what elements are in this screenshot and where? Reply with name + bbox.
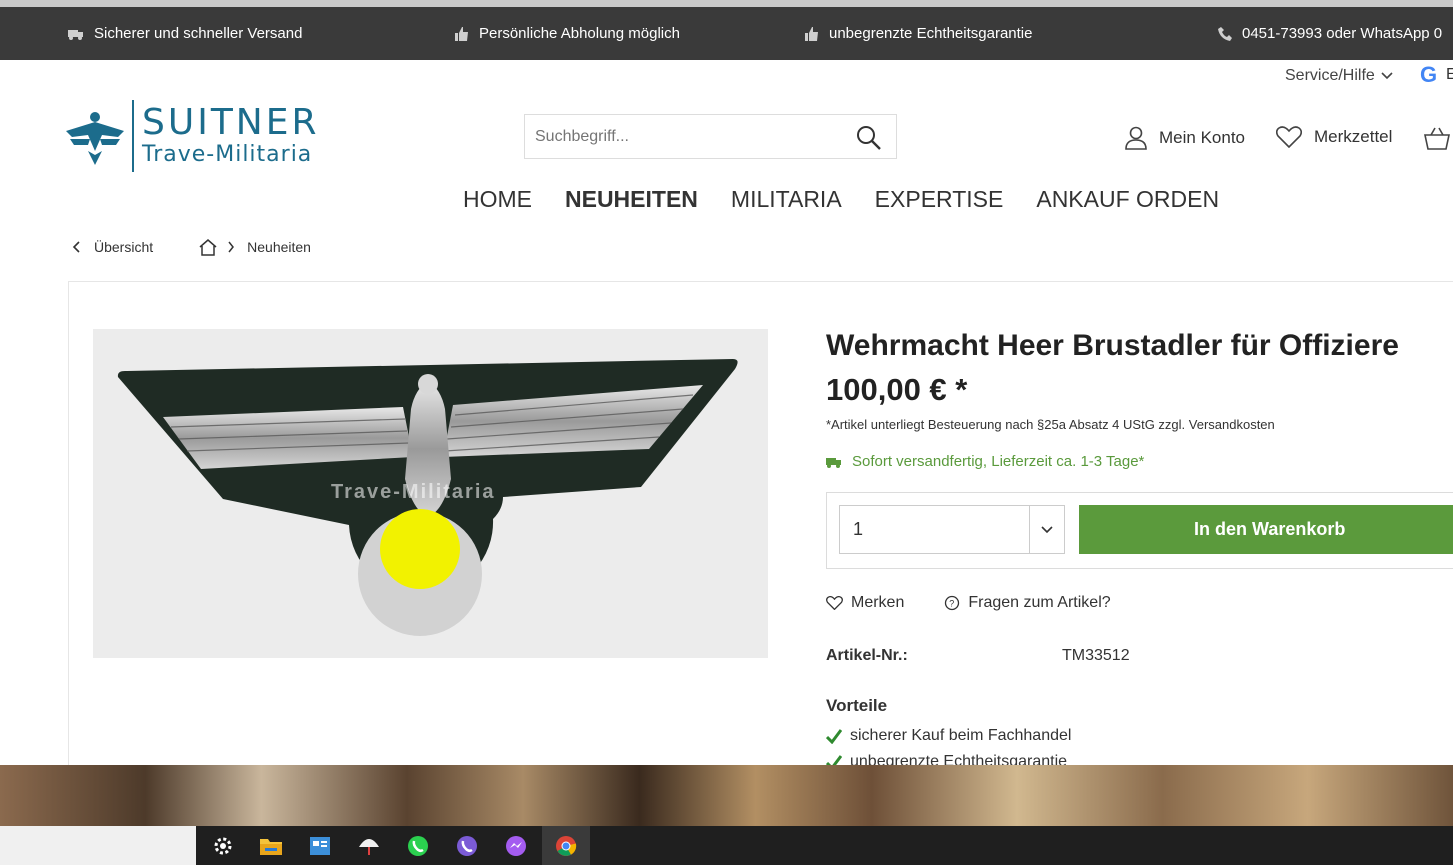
topbar-item-label: unbegrenzte Echtheitsgarantie — [829, 25, 1033, 42]
file-explorer-icon[interactable] — [247, 826, 295, 865]
desktop-wallpaper — [0, 765, 1453, 826]
app-window-icon[interactable] — [296, 826, 344, 865]
svg-text:?: ? — [950, 599, 955, 609]
browser-chrome-edge — [0, 0, 1453, 7]
topbar-item-guarantee: unbegrenzte Echtheitsgarantie — [805, 7, 1032, 60]
logo-subtitle: Trave-Militaria — [142, 142, 313, 167]
product-title: Wehrmacht Heer Brustadler für Offiziere — [826, 329, 1399, 362]
google-translate-label[interactable]: E — [1446, 66, 1453, 84]
delivery-label: Sofort versandfertig, Lieferzeit ca. 1-3… — [852, 453, 1145, 470]
image-watermark: Trave-Militaria — [331, 481, 496, 503]
quantity-dropdown-toggle[interactable] — [1029, 506, 1064, 553]
nav-item-neuheiten[interactable]: NEUHEITEN — [565, 186, 698, 213]
basket-icon — [1424, 127, 1450, 150]
service-help-dropdown[interactable]: Service/Hilfe — [1285, 67, 1393, 85]
home-icon[interactable] — [199, 238, 217, 256]
service-help-label: Service/Hilfe — [1285, 67, 1375, 84]
thumbs-up-icon — [805, 26, 818, 41]
article-number-label: Artikel-Nr.: — [826, 647, 908, 664]
phone-icon — [1218, 26, 1232, 41]
wishlist-link[interactable]: Merkzettel — [1276, 126, 1392, 148]
logo-text: SUITNER Trave-Militaria — [142, 104, 320, 168]
account-label: Mein Konto — [1159, 128, 1245, 147]
search-input[interactable] — [525, 115, 845, 158]
search-box — [524, 114, 897, 159]
chevron-right-icon — [228, 241, 235, 253]
settings-icon[interactable] — [199, 826, 247, 865]
wishlist-label: Merkzettel — [1314, 127, 1393, 146]
topbar-item-label: Sicherer und schneller Versand — [94, 25, 303, 42]
add-to-cart-button[interactable]: In den Warenkorb — [1079, 505, 1453, 554]
site-logo[interactable]: SUITNER Trave-Militaria — [66, 100, 320, 172]
advantage-label: sicherer Kauf beim Fachhandel — [850, 727, 1072, 744]
truck-icon — [68, 29, 83, 40]
advantages-title: Vorteile — [826, 696, 888, 715]
nav-item-home[interactable]: HOME — [463, 186, 532, 213]
delivery-status: Sofort versandfertig, Lieferzeit ca. 1-3… — [826, 453, 1144, 470]
topbar-item-phone[interactable]: 0451-73993 oder WhatsApp 0 — [1218, 7, 1442, 60]
top-info-bar: Sicherer und schneller Versand Persönlic… — [0, 7, 1453, 60]
product-actions: Merken ? Fragen zum Artikel? — [826, 594, 1111, 612]
main-navigation: HOME NEUHEITEN MILITARIA EXPERTISE ANKAU… — [463, 186, 1219, 213]
question-circle-icon: ? — [945, 595, 960, 611]
user-icon — [1125, 126, 1147, 150]
back-to-overview-link[interactable]: Übersicht — [94, 239, 153, 255]
cart-button[interactable] — [1424, 126, 1450, 155]
truck-icon — [826, 457, 841, 468]
chevron-down-icon — [1041, 525, 1053, 533]
viber-icon[interactable] — [443, 826, 491, 865]
remember-link[interactable]: Merken — [851, 594, 904, 612]
taskbar — [0, 826, 1453, 865]
whatsapp-icon[interactable] — [394, 826, 442, 865]
add-to-cart-label: In den Warenkorb — [1194, 519, 1346, 539]
product-image[interactable]: Trave-Militaria — [93, 329, 768, 658]
product-price: 100,00 € * — [826, 372, 968, 407]
logo-divider — [132, 100, 134, 172]
messenger-icon[interactable] — [492, 826, 540, 865]
chevron-down-icon — [1381, 72, 1393, 80]
tax-note: *Artikel unterliegt Besteuerung nach §25… — [826, 417, 1275, 432]
search-icon[interactable] — [856, 125, 882, 151]
topbar-item-pickup: Persönliche Abholung möglich — [455, 7, 680, 60]
google-translate-icon[interactable]: G — [1420, 62, 1437, 88]
quantity-select[interactable]: 1 — [839, 505, 1065, 554]
eagle-logo-icon — [66, 112, 124, 165]
article-number-row: Artikel-Nr.: TM33512 — [826, 647, 1130, 665]
topbar-item-label: 0451-73993 oder WhatsApp 0 — [1242, 25, 1443, 42]
breadcrumb: Übersicht Neuheiten — [72, 236, 311, 258]
topbar-item-label: Persönliche Abholung möglich — [479, 25, 680, 42]
topbar-item-shipping: Sicherer und schneller Versand — [68, 7, 302, 60]
breadcrumb-current[interactable]: Neuheiten — [247, 239, 311, 255]
chevron-left-icon[interactable] — [72, 241, 82, 253]
chrome-icon[interactable] — [542, 826, 590, 865]
heart-icon — [826, 596, 843, 610]
nav-item-ankauf-orden[interactable]: ANKAUF ORDEN — [1036, 186, 1219, 213]
article-number-value: TM33512 — [1062, 647, 1130, 664]
nav-item-militaria[interactable]: MILITARIA — [731, 186, 842, 213]
checkmark-icon — [826, 729, 842, 744]
umbrella-icon[interactable] — [345, 826, 393, 865]
taskbar-search-area[interactable] — [0, 826, 196, 865]
ask-question-link[interactable]: Fragen zum Artikel? — [968, 594, 1110, 612]
quantity-value: 1 — [853, 519, 864, 539]
thumbs-up-icon — [455, 26, 468, 41]
heart-icon — [1276, 126, 1302, 148]
nav-item-expertise[interactable]: EXPERTISE — [875, 186, 1004, 213]
advantage-item: sicherer Kauf beim Fachhandel — [826, 727, 1071, 745]
account-link[interactable]: Mein Konto — [1125, 126, 1245, 150]
logo-title: SUITNER — [142, 102, 320, 143]
